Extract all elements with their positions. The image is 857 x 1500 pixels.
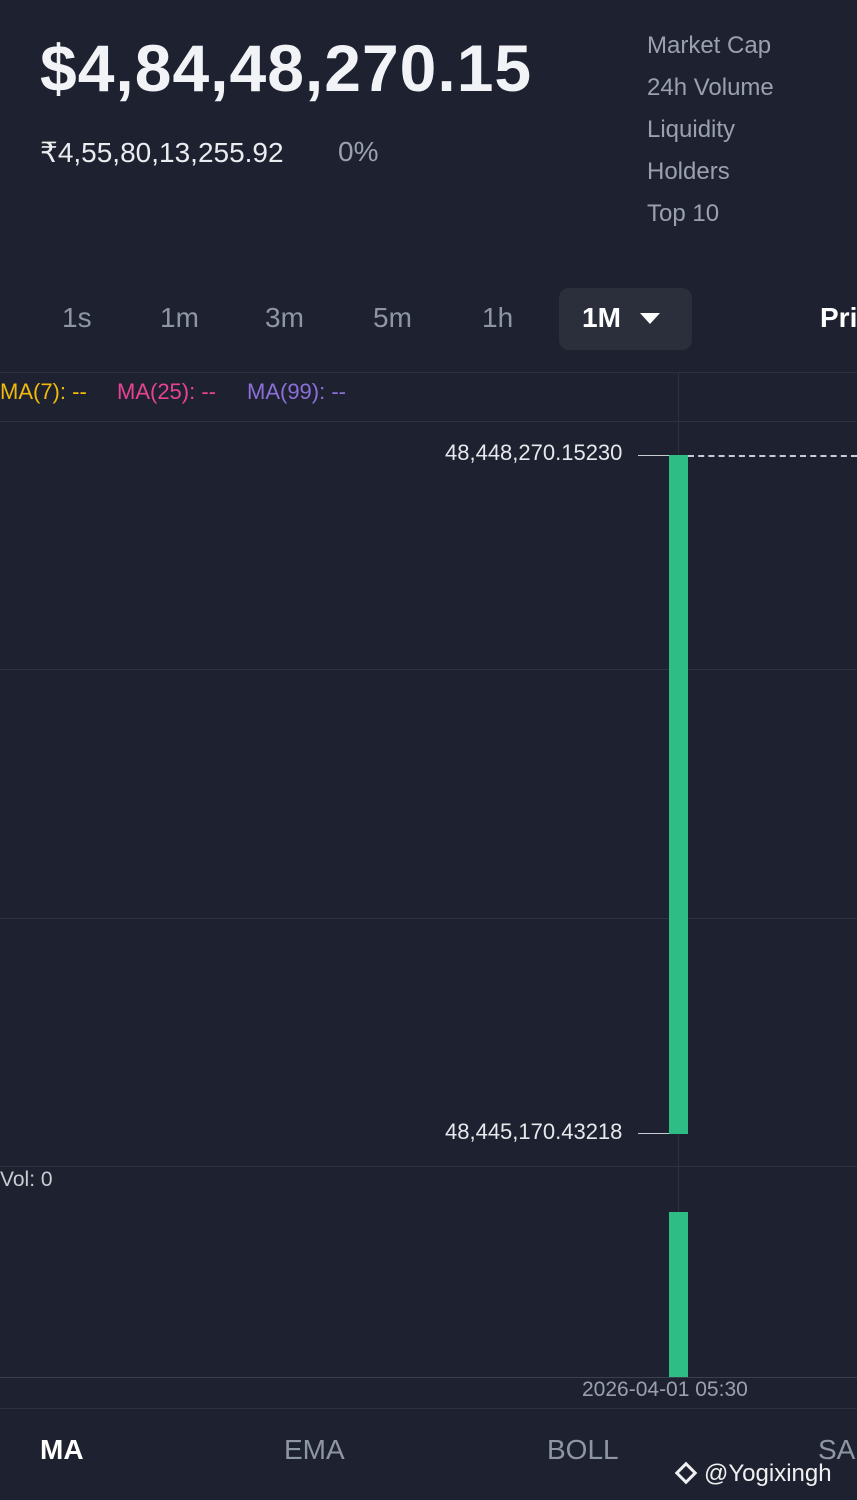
stat-top-10: Top 10	[647, 200, 720, 227]
current-price: $4,84,48,270.15	[40, 31, 533, 105]
gridline	[0, 421, 857, 422]
timeframe-1m[interactable]: 1m	[160, 302, 199, 334]
price-change: 0%	[338, 136, 379, 167]
timeframe-1s[interactable]: 1s	[62, 302, 92, 334]
timeframe-selected[interactable]: 1M	[582, 302, 621, 334]
watermark: @Yogixingh	[674, 1460, 832, 1488]
candle-body	[669, 455, 688, 1134]
gridline	[0, 918, 857, 919]
timeframe-5m[interactable]: 5m	[373, 302, 412, 334]
stat-24h-volume: 24h Volume	[647, 74, 774, 101]
diamond-logo-icon	[674, 1461, 698, 1484]
indicator-ma[interactable]: MA	[40, 1434, 84, 1466]
chart-top-border	[0, 372, 857, 373]
indicator-boll[interactable]: BOLL	[547, 1434, 619, 1466]
caret-down-icon[interactable]	[640, 313, 660, 324]
x-axis-time-label: 2026-04-01 05:30	[582, 1378, 748, 1401]
volume-bar	[669, 1212, 688, 1377]
gridline	[0, 1166, 857, 1167]
volume-label: Vol: 0	[0, 1168, 53, 1191]
ma25-label: MA(25): --	[117, 379, 216, 404]
high-price-label: 48,448,270.15230	[445, 440, 623, 465]
tab-price[interactable]: Pri	[820, 302, 857, 334]
gridline	[0, 1408, 857, 1409]
ma7-label: MA(7): --	[0, 379, 87, 404]
fiat-price: ₹4,55,80,13,255.92	[40, 137, 284, 168]
indicator-ema[interactable]: EMA	[284, 1434, 345, 1466]
gridline	[0, 669, 857, 670]
stat-holders: Holders	[647, 158, 730, 185]
stat-market-cap: Market Cap	[647, 32, 772, 59]
timeframe-3m[interactable]: 3m	[265, 302, 304, 334]
high-leader-line	[638, 455, 669, 456]
watermark-text: @Yogixingh	[704, 1460, 832, 1487]
timeframe-1h[interactable]: 1h	[482, 302, 513, 334]
low-price-label: 48,445,170.43218	[445, 1119, 623, 1144]
timeframe-dropdown[interactable]	[559, 288, 692, 350]
ma99-label: MA(99): --	[247, 379, 346, 404]
stat-liquidity: Liquidity	[647, 116, 736, 143]
current-price-line	[688, 455, 857, 457]
low-leader-line	[638, 1133, 669, 1134]
